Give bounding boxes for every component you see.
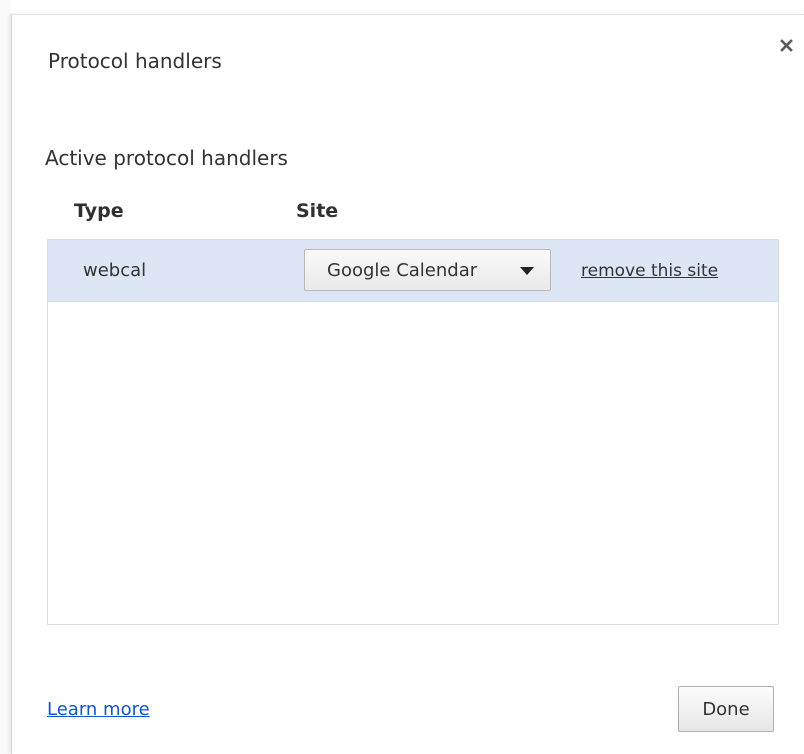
chevron-down-icon — [520, 267, 534, 275]
background-edge — [0, 0, 11, 754]
site-select[interactable]: Google Calendar — [304, 249, 551, 291]
done-button[interactable]: Done — [678, 686, 774, 732]
close-button[interactable] — [776, 35, 798, 57]
handlers-list[interactable]: webcal Google Calendar remove this site — [47, 239, 779, 625]
protocol-handlers-dialog: Protocol handlers Active protocol handle… — [11, 14, 804, 754]
dialog-title: Protocol handlers — [48, 49, 222, 73]
section-heading: Active protocol handlers — [45, 146, 288, 170]
handler-type: webcal — [83, 260, 147, 281]
column-header-site: Site — [296, 200, 339, 222]
column-header-type: Type — [74, 200, 124, 222]
learn-more-link[interactable]: Learn more — [47, 699, 150, 720]
remove-site-link[interactable]: remove this site — [581, 261, 718, 281]
list-item[interactable]: webcal Google Calendar remove this site — [48, 240, 778, 302]
site-select-value: Google Calendar — [327, 260, 478, 281]
close-icon — [780, 39, 793, 52]
